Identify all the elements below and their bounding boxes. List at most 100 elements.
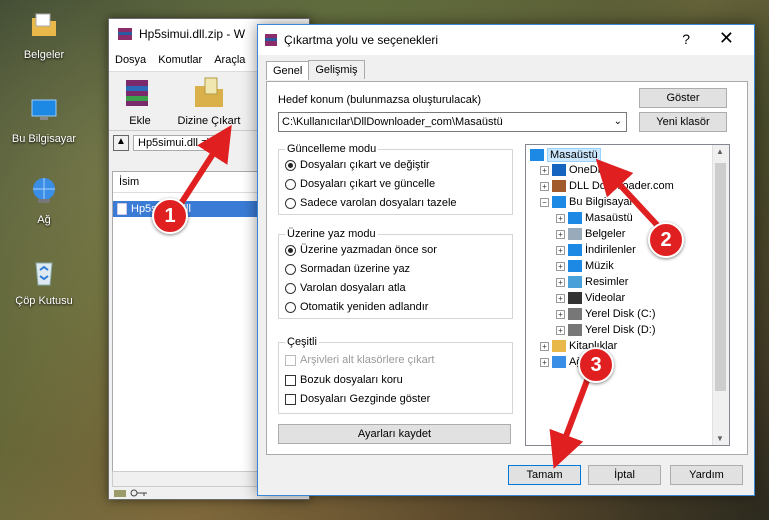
tree-item[interactable]: + Resimler [556, 276, 628, 288]
desktop-icon-recycle-bin[interactable]: Çöp Kutusu [4, 256, 84, 307]
scroll-down-icon[interactable]: ▼ [716, 434, 724, 443]
tree-item-label: İndirilenler [585, 244, 636, 256]
expand-icon[interactable]: + [556, 309, 565, 319]
option-label: Otomatik yeniden adlandır [300, 301, 429, 313]
update-mode-title: Güncelleme modu [285, 143, 379, 155]
videos-icon [568, 292, 582, 304]
collapse-icon[interactable]: − [540, 197, 549, 207]
show-button[interactable]: Göster [639, 88, 727, 108]
documents-icon [568, 228, 582, 240]
disk-icon [568, 324, 582, 336]
desktop-icon [568, 212, 582, 224]
radio-button[interactable] [285, 197, 296, 209]
expand-icon[interactable]: + [540, 181, 549, 191]
tree-item[interactable]: + OneDrive [540, 164, 615, 176]
new-folder-button[interactable]: Yeni klasör [639, 112, 727, 132]
music-icon [568, 260, 582, 272]
tree-item[interactable]: + İndirilenler [556, 244, 636, 256]
ok-button[interactable]: Tamam [508, 465, 581, 485]
menu-tools[interactable]: Araçla [208, 54, 251, 66]
tree-item[interactable]: + Masaüstü [556, 212, 633, 224]
help-icon[interactable]: ? [682, 31, 690, 47]
checkbox[interactable] [285, 393, 296, 405]
up-folder-icon[interactable]: ▲ [113, 135, 129, 151]
update-option-update[interactable]: Dosyaları çıkart ve güncelle [285, 178, 435, 190]
add-archive-icon [126, 80, 148, 106]
update-option-replace[interactable]: Dosyaları çıkart ve değiştir [285, 159, 430, 171]
overwrite-mode-group: Üzerine yaz modu Üzerine yazmadan önce s… [278, 228, 513, 319]
expand-icon[interactable]: + [556, 245, 565, 255]
tree-item[interactable]: + Yerel Disk (D:) [556, 324, 656, 336]
update-option-freshen[interactable]: Sadece varolan dosyaları tazele [285, 197, 457, 209]
dll-file-icon [117, 203, 127, 215]
option-label: Dosyaları Gezginde göster [300, 393, 431, 405]
radio-button[interactable] [285, 244, 296, 256]
expand-icon[interactable]: + [556, 229, 565, 239]
vertical-scrollbar[interactable]: ▲ ▼ [712, 145, 729, 445]
overwrite-option-skip[interactable]: Varolan dosyaları atla [285, 282, 406, 294]
help-button[interactable]: Yardım [670, 465, 743, 485]
tree-item[interactable]: + Müzik [556, 260, 614, 272]
close-icon[interactable]: ✕ [719, 28, 734, 49]
tree-item-label: Müzik [585, 260, 614, 272]
expand-icon[interactable]: + [556, 325, 565, 335]
cancel-button[interactable]: İptal [588, 465, 661, 485]
option-label: Dosyaları çıkart ve değiştir [300, 159, 430, 171]
overwrite-option-rename[interactable]: Otomatik yeniden adlandır [285, 301, 428, 313]
desktop-icon-documents[interactable]: Belgeler [4, 10, 84, 61]
tree-item[interactable]: + DLL Downloader.com [540, 180, 674, 192]
horizontal-scrollbar[interactable] [112, 471, 264, 487]
column-header-name[interactable]: İsim [113, 172, 263, 193]
radio-button[interactable] [285, 301, 296, 313]
option-label: Sormadan üzerine yaz [300, 263, 411, 275]
misc-option-keep-broken[interactable]: Bozuk dosyaları koru [285, 374, 403, 386]
tab-advanced[interactable]: Gelişmiş [308, 60, 365, 79]
desktop-icon-computer[interactable]: Bu Bilgisayar [4, 94, 84, 145]
scrollbar-thumb[interactable] [715, 163, 726, 391]
tree-item-label: Masaüstü [547, 148, 601, 162]
tree-item[interactable]: − Bu Bilgisayar [540, 196, 633, 208]
overwrite-option-ask[interactable]: Üzerine yazmadan önce sor [285, 244, 437, 256]
file-row[interactable]: Hp5simui.dll [113, 201, 263, 217]
checkbox[interactable] [285, 374, 296, 386]
checkbox [285, 354, 296, 366]
tree-item[interactable]: + Belgeler [556, 228, 625, 240]
expand-icon[interactable]: + [556, 277, 565, 287]
expand-icon[interactable]: + [556, 293, 565, 303]
expand-icon[interactable]: + [540, 165, 549, 175]
dialog-titlebar[interactable]: Çıkartma yolu ve seçenekleri ? ✕ [258, 25, 754, 55]
destination-path-combo[interactable]: C:\Kullanıcılar\DllDownloader_com\Masaüs… [278, 112, 627, 132]
scroll-up-icon[interactable]: ▲ [716, 147, 724, 156]
extract-to-button[interactable]: Dizine Çıkart [171, 72, 247, 130]
cloud-icon [552, 164, 566, 176]
misc-option-show-in-explorer[interactable]: Dosyaları Gezginde göster [285, 393, 430, 405]
tree-item[interactable]: Masaüstü [530, 148, 601, 162]
expand-icon[interactable]: + [556, 213, 565, 223]
expand-icon[interactable]: + [540, 357, 549, 367]
option-label: Sadece varolan dosyaları tazele [300, 197, 457, 209]
option-label: Varolan dosyaları atla [300, 282, 406, 294]
tree-item[interactable]: + Yerel Disk (C:) [556, 308, 656, 320]
radio-button[interactable] [285, 178, 296, 190]
radio-button[interactable] [285, 159, 296, 171]
desktop-icon-network[interactable]: Ağ [4, 175, 84, 226]
tab-general[interactable]: Genel [266, 61, 310, 80]
expand-icon[interactable]: + [540, 341, 549, 351]
tree-item-label: Yerel Disk (C:) [585, 308, 656, 320]
overwrite-option-without-prompt[interactable]: Sormadan üzerine yaz [285, 263, 410, 275]
chevron-down-icon[interactable]: ⌄ [614, 116, 622, 127]
menu-file[interactable]: Dosya [109, 54, 152, 66]
expand-icon[interactable]: + [556, 261, 565, 271]
extraction-dialog: Çıkartma yolu ve seçenekleri ? ✕ Genel G… [257, 24, 755, 496]
radio-button[interactable] [285, 263, 296, 275]
radio-button[interactable] [285, 282, 296, 294]
add-button[interactable]: Ekle [109, 72, 171, 130]
save-settings-button[interactable]: Ayarları kaydet [278, 424, 511, 444]
menu-commands[interactable]: Komutlar [152, 54, 208, 66]
tree-item[interactable]: + Ağ [540, 356, 582, 368]
general-panel: Hedef konum (bulunmazsa oluşturulacak) C… [266, 81, 748, 455]
tree-item[interactable]: + Videolar [556, 292, 625, 304]
archive-path[interactable]: Hp5simui.dll.zip [133, 135, 221, 151]
desktop-icon [530, 149, 544, 161]
winrar-app-icon [118, 28, 132, 40]
